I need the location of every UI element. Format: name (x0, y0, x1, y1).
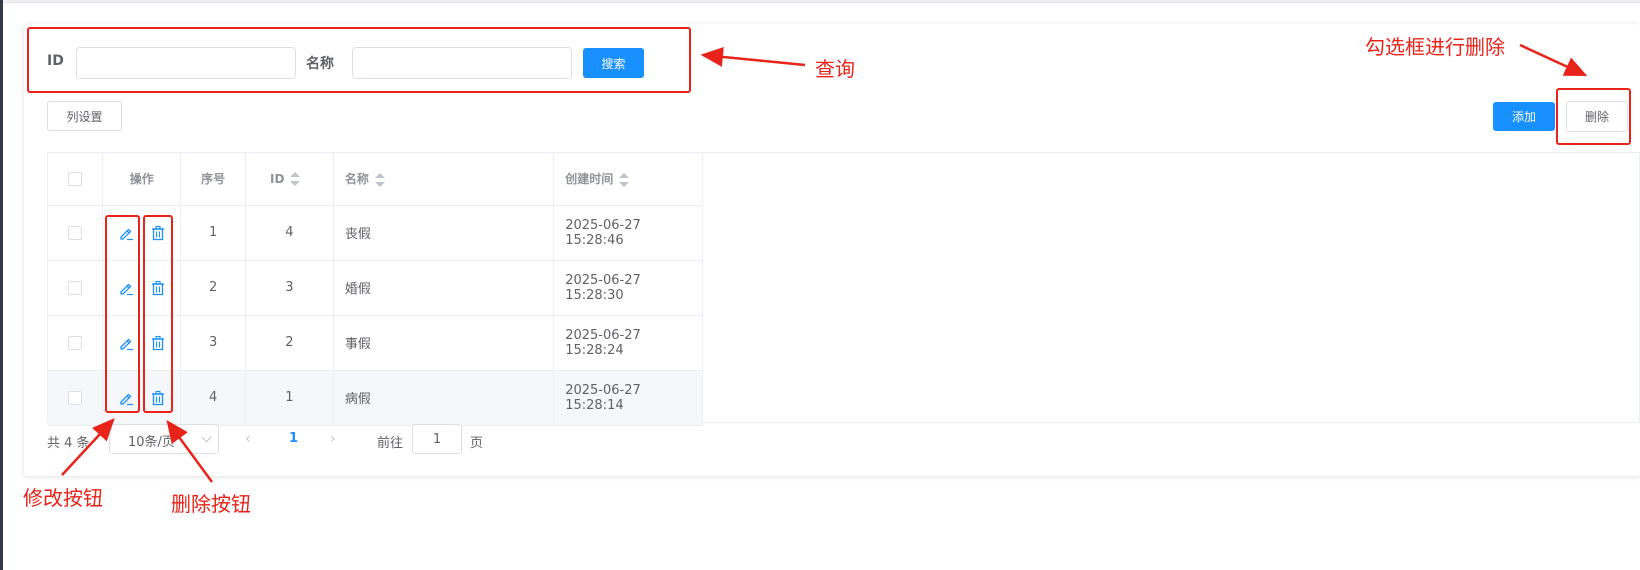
arrow-delete (166, 419, 214, 483)
annotation-arrows (61, 43, 1588, 483)
arrow-checkbox-delete (1519, 43, 1588, 77)
arrow-edit (61, 418, 115, 476)
arrow-query (700, 46, 806, 67)
